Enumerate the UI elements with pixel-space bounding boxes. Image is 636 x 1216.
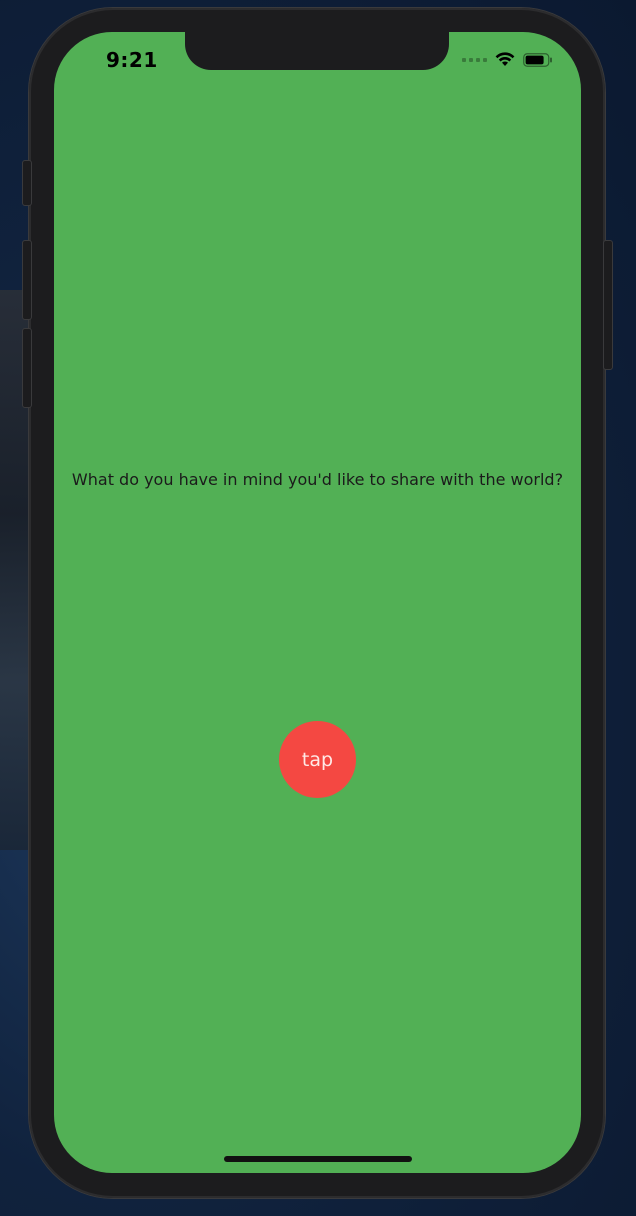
volume-up-button bbox=[22, 240, 32, 320]
status-time: 9:21 bbox=[106, 48, 158, 72]
tap-button[interactable]: tap bbox=[279, 721, 356, 798]
prompt-message: What do you have in mind you'd like to s… bbox=[71, 470, 564, 489]
home-indicator[interactable] bbox=[224, 1156, 412, 1162]
power-button bbox=[603, 240, 613, 370]
wifi-icon bbox=[495, 52, 515, 66]
app-screen: 9:21 What do you have in mind you'd like… bbox=[54, 32, 581, 1173]
status-icons bbox=[462, 52, 553, 67]
notch bbox=[185, 32, 449, 70]
cellular-signal-icon bbox=[462, 57, 487, 62]
mute-switch bbox=[22, 160, 32, 206]
battery-icon bbox=[523, 52, 552, 67]
volume-down-button bbox=[22, 328, 32, 408]
